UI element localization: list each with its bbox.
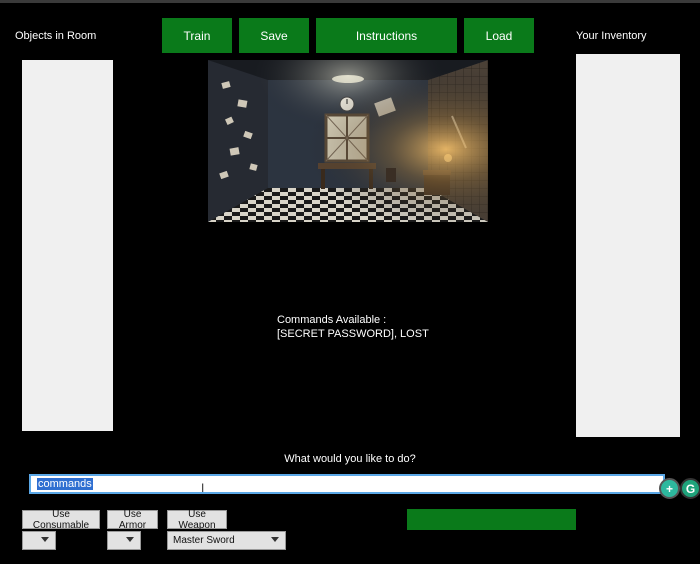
chevron-down-icon (41, 537, 49, 542)
text-cursor-icon: I (201, 481, 205, 495)
room-scene-illustration (208, 60, 488, 222)
objects-in-room-label: Objects in Room (15, 30, 97, 42)
objects-in-room-list[interactable] (22, 60, 113, 431)
grammar-check-icon[interactable]: G (680, 478, 700, 499)
chevron-down-icon (126, 537, 134, 542)
plus-icon[interactable]: + (659, 478, 680, 499)
train-button[interactable]: Train (162, 18, 232, 53)
use-consumable-button[interactable]: Use Consumable (22, 509, 100, 531)
window-top-strip (0, 0, 700, 3)
commands-heading: Commands Available : (277, 314, 387, 326)
use-weapon-button[interactable]: Use Weapon (167, 509, 227, 531)
save-button[interactable]: Save (239, 18, 309, 53)
command-input[interactable]: commands (29, 474, 665, 494)
commands-available: Commands Available : [SECRET PASSWORD], … (277, 313, 429, 341)
game-window: Objects in Room Your Inventory Train Sav… (0, 0, 700, 564)
your-inventory-label: Your Inventory (576, 30, 647, 42)
chevron-down-icon (271, 537, 279, 542)
weapon-select[interactable]: Master Sword (167, 531, 286, 550)
commands-list: [SECRET PASSWORD], LOST (277, 328, 429, 340)
use-armor-button[interactable]: Use Armor (107, 509, 158, 531)
action-prompt: What would you like to do? (284, 453, 416, 465)
status-bar (407, 509, 576, 530)
load-button[interactable]: Load (464, 18, 534, 53)
inventory-list[interactable] (576, 54, 680, 437)
armor-select[interactable] (107, 531, 141, 550)
instructions-button[interactable]: Instructions (316, 18, 457, 53)
command-input-value: commands (37, 478, 93, 490)
weapon-select-value: Master Sword (173, 535, 235, 546)
room-scene-image (208, 60, 488, 222)
consumable-select[interactable] (22, 531, 56, 550)
